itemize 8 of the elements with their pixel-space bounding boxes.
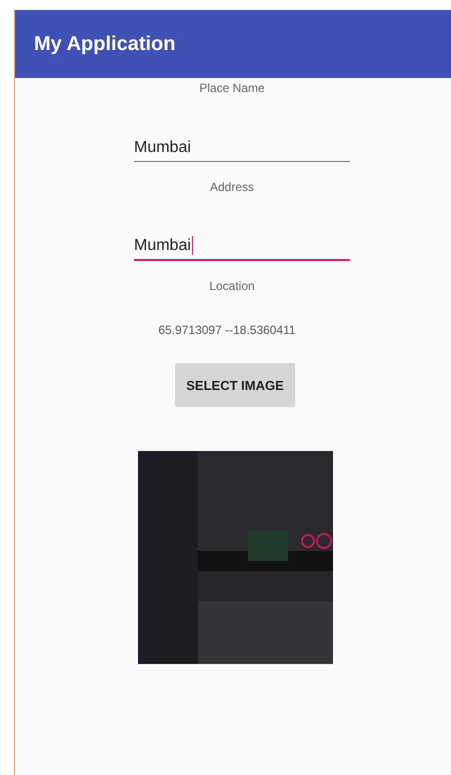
text-field[interactable]: Mumbai [134,132,350,162]
field-label: Location [209,279,255,293]
text-field[interactable]: Mumbai [134,231,350,261]
field-label: Address [210,180,254,194]
select-image-button[interactable]: SELECT IMAGE [175,363,295,407]
field-label: Place Name [199,81,265,95]
coordinates-text: 65.9713097 --18.5360411 [158,323,296,337]
app-title: My Application [34,32,176,56]
